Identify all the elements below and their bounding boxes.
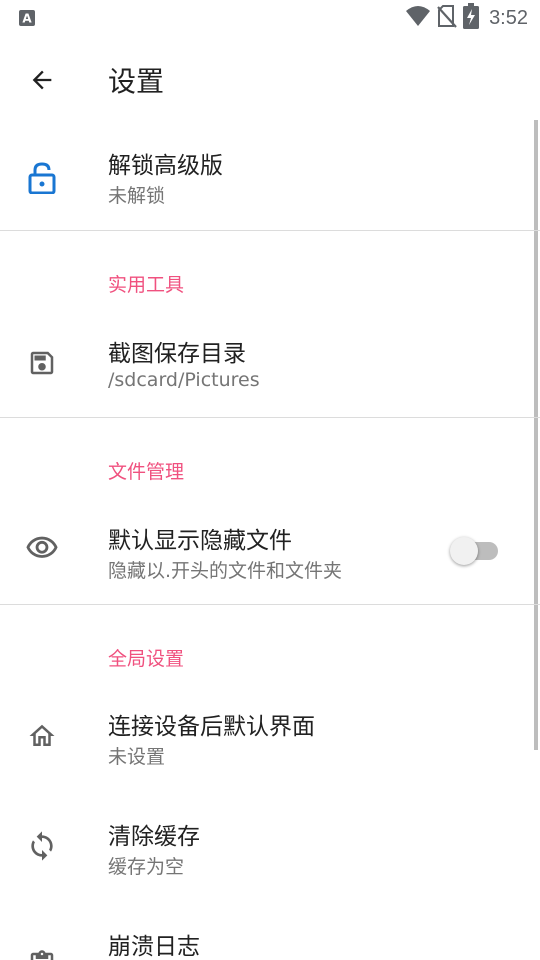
item-summary: 缓存为空 <box>108 856 185 878</box>
category-tools: 实用工具 <box>108 274 185 296</box>
sync-icon <box>20 824 64 868</box>
battery-charging-icon <box>463 3 480 33</box>
divider <box>0 604 540 605</box>
lock-open-icon <box>20 156 64 200</box>
item-summary: 未解锁 <box>108 185 166 207</box>
status-bar: A 3:52 <box>0 0 540 36</box>
a-notification-icon: A <box>18 9 36 27</box>
default-view-item[interactable]: 连接设备后默认界面 未设置 <box>0 688 540 790</box>
show-hidden-toggle[interactable] <box>450 531 502 567</box>
show-hidden-files-item[interactable]: 默认显示隐藏文件 隐藏以.开头的文件和文件夹 <box>0 502 540 602</box>
divider <box>0 230 540 231</box>
item-title: 解锁高级版 <box>108 153 223 179</box>
eye-icon <box>20 526 64 570</box>
wifi-icon <box>405 5 431 31</box>
page-title: 设置 <box>108 65 165 98</box>
arrow-back-icon <box>32 70 52 90</box>
item-title: 崩溃日志 <box>108 934 200 960</box>
toolbar: 设置 <box>0 36 540 120</box>
item-summary: 未设置 <box>108 746 166 768</box>
clock: 3:52 <box>489 6 528 29</box>
crash-log-item[interactable]: 崩溃日志 <box>0 908 540 960</box>
category-file-management: 文件管理 <box>108 461 185 483</box>
back-button[interactable] <box>18 56 66 104</box>
item-summary: 隐藏以.开头的文件和文件夹 <box>108 560 343 582</box>
clear-cache-item[interactable]: 清除缓存 缓存为空 <box>0 798 540 900</box>
save-icon <box>20 341 64 385</box>
item-title: 连接设备后默认界面 <box>108 714 315 740</box>
item-title: 默认显示隐藏文件 <box>108 528 292 554</box>
item-summary: /sdcard/Pictures <box>108 369 260 391</box>
home-icon <box>20 714 64 758</box>
unlock-premium-item[interactable]: 解锁高级版 未解锁 <box>0 120 540 230</box>
clipboard-icon <box>20 942 64 960</box>
toggle-thumb <box>450 537 478 565</box>
divider <box>0 417 540 418</box>
screenshot-directory-item[interactable]: 截图保存目录 /sdcard/Pictures <box>0 315 540 415</box>
category-global-settings: 全局设置 <box>108 648 185 670</box>
status-icons: 3:52 <box>405 3 528 33</box>
item-title: 清除缓存 <box>108 824 200 850</box>
svg-text:A: A <box>22 12 32 26</box>
item-title: 截图保存目录 <box>108 341 246 367</box>
no-sim-icon <box>437 4 457 32</box>
